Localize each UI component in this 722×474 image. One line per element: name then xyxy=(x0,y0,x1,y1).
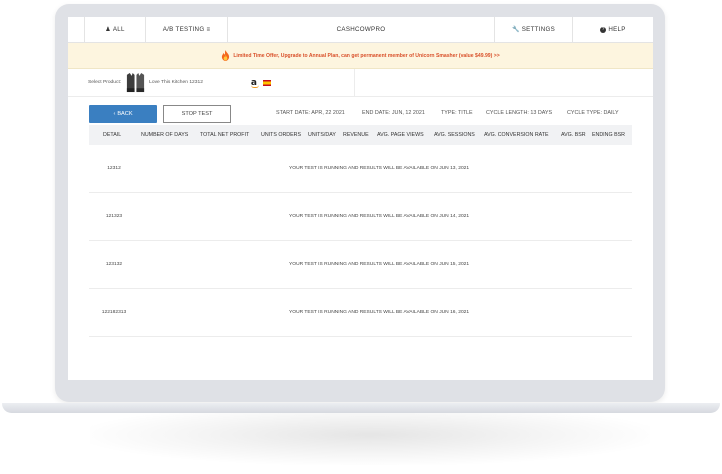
col-total-net-profit[interactable]: TOTAL NET PROFIT xyxy=(200,132,249,138)
chevron-left-icon: ‹ xyxy=(113,111,116,117)
col-units-orders[interactable]: UNITS ORDERS xyxy=(261,132,301,138)
laptop-shadow xyxy=(90,405,650,465)
stop-test-button[interactable]: STOP TEST xyxy=(163,105,231,123)
end-date: END DATE: JUN, 12 2021 xyxy=(362,110,425,116)
table-header: DETAIL NUMBER OF DAYS TOTAL NET PROFIT U… xyxy=(89,125,632,145)
fire-icon xyxy=(222,50,230,61)
nav-all-label: ALL xyxy=(112,26,125,33)
col-avg-sessions[interactable]: AVG. SESSIONS xyxy=(434,132,475,138)
brand[interactable]: CASHCOWPRO xyxy=(228,17,495,42)
col-avg-conversion-rate[interactable]: AVG. CONVERSION RATE xyxy=(484,132,549,138)
top-nav: ♟ ALL A/B TESTING ≡ CASHCOWPRO 🔧 SETTING… xyxy=(68,17,653,43)
user-icon: ♟ xyxy=(105,26,111,33)
row-detail: 123132 xyxy=(105,262,123,267)
brand-label: CASHCOWPRO xyxy=(336,26,386,33)
col-number-of-days[interactable]: NUMBER OF DAYS xyxy=(141,132,188,138)
row-status: YOUR TEST IS RUNNING AND RESULTS WILL BE… xyxy=(289,262,470,267)
back-label: BACK xyxy=(117,111,133,117)
row-status: YOUR TEST IS RUNNING AND RESULTS WILL BE… xyxy=(289,310,470,315)
col-ending-bsr[interactable]: ENDING BSR xyxy=(592,132,625,138)
results-table: DETAIL NUMBER OF DAYS TOTAL NET PROFIT U… xyxy=(89,125,632,337)
nav-settings[interactable]: 🔧 SETTINGS xyxy=(495,17,573,42)
offer-text: Limited Time Offer, Upgrade to Annual Pl… xyxy=(233,52,500,59)
product-thumbnail[interactable] xyxy=(124,72,147,93)
table-row[interactable]: 122182313 YOUR TEST IS RUNNING AND RESUL… xyxy=(89,289,632,337)
nav-edge xyxy=(68,17,85,42)
row-detail: 12312 xyxy=(107,166,121,171)
nav-all[interactable]: ♟ ALL xyxy=(85,17,146,42)
test-controls: ‹ BACK STOP TEST START DATE: APR, 22 202… xyxy=(68,99,653,127)
col-avg-bsr[interactable]: AVG. BSR xyxy=(561,132,586,138)
product-row-divider xyxy=(354,69,355,97)
table-row[interactable]: 121323 YOUR TEST IS RUNNING AND RESULTS … xyxy=(89,193,632,241)
test-type: TYPE: TITLE xyxy=(441,110,473,116)
row-status: YOUR TEST IS RUNNING AND RESULTS WILL BE… xyxy=(289,166,470,171)
row-detail: 121323 xyxy=(105,214,123,219)
row-detail: 122182313 xyxy=(101,310,127,315)
table-row[interactable]: 123132 YOUR TEST IS RUNNING AND RESULTS … xyxy=(89,241,632,289)
back-button[interactable]: ‹ BACK xyxy=(89,105,157,123)
nav-ab-label: A/B TESTING xyxy=(162,26,205,33)
offer-banner[interactable]: Limited Time Offer, Upgrade to Annual Pl… xyxy=(68,43,653,69)
start-date: START DATE: APR, 22 2021 xyxy=(276,110,345,116)
spain-flag-icon xyxy=(263,79,271,86)
col-revenue[interactable]: REVENUE xyxy=(343,132,369,138)
nav-settings-label: SETTINGS xyxy=(521,26,556,33)
stop-label: STOP TEST xyxy=(181,111,213,117)
screen: ♟ ALL A/B TESTING ≡ CASHCOWPRO 🔧 SETTING… xyxy=(68,17,653,380)
amazon-icon: a xyxy=(250,77,259,88)
help-icon: ? xyxy=(600,26,607,33)
wrench-icon: 🔧 xyxy=(511,26,520,33)
nav-help-label: HELP xyxy=(608,26,626,33)
cycle-type: CYCLE TYPE: DAILY xyxy=(567,110,619,116)
table-row[interactable]: 12312 YOUR TEST IS RUNNING AND RESULTS W… xyxy=(89,145,632,193)
select-product-label: Select Product: xyxy=(88,80,122,85)
laptop-base xyxy=(2,403,720,413)
col-avg-page-views[interactable]: AVG. PAGE VIEWS xyxy=(377,132,424,138)
nav-help[interactable]: ? HELP xyxy=(573,17,653,42)
col-detail[interactable]: DETAIL xyxy=(103,132,121,138)
row-status: YOUR TEST IS RUNNING AND RESULTS WILL BE… xyxy=(289,214,470,219)
product-name: Love This Kitchen 12312 xyxy=(149,80,203,85)
product-row: Select Product: Love This Kitchen 12312 … xyxy=(68,69,653,97)
nav-ab-testing[interactable]: A/B TESTING ≡ xyxy=(146,17,228,42)
col-units-day[interactable]: UNITS/DAY xyxy=(308,132,336,138)
cycle-length: CYCLE LENGTH: 13 DAYS xyxy=(486,110,553,116)
menu-icon: ≡ xyxy=(206,26,211,33)
